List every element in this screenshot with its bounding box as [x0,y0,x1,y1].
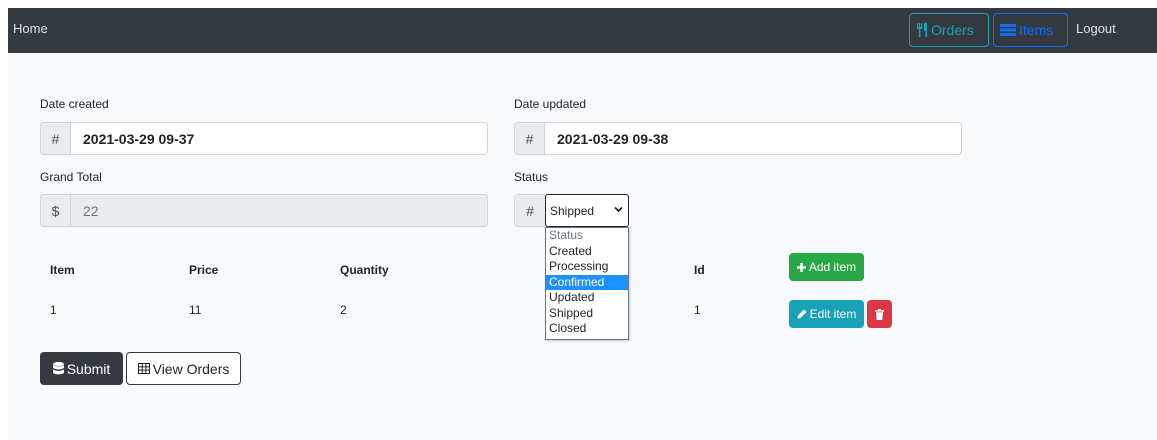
chevron-down-icon [614,206,623,213]
view-orders-button[interactable]: View Orders [126,352,241,385]
add-item-label: Add item [808,260,857,274]
add-item-button[interactable]: Add item [789,253,864,281]
view-orders-label: View Orders [152,360,230,377]
status-option[interactable]: Closed [546,321,628,337]
date-created-field[interactable]: 2021-03-29 09-37 [71,123,487,154]
status-option[interactable]: Updated [546,290,628,306]
plus-icon [796,262,806,272]
date-updated-group: # 2021-03-29 09-38 [514,122,962,155]
grand-total-label: Grand Total [40,170,102,184]
database-icon [52,362,64,375]
date-updated-label: Date updated [514,97,587,111]
grand-total-field: 22 [71,195,487,226]
orders-label: Orders [931,22,974,38]
edit-item-label: Edit item [809,307,857,321]
date-created-label: Date created [40,97,109,111]
status-prefix: # [515,195,545,226]
items-label: Items [1019,22,1054,38]
edit-item-button[interactable]: Edit item [789,300,864,328]
cell-item: 1 [50,303,57,317]
status-dropdown: Status Created Processing Confirmed Upda… [545,227,629,340]
status-option[interactable]: Processing [546,259,628,275]
grand-total-group: $ 22 [40,194,488,227]
utensils-icon [917,23,927,37]
date-created-prefix: # [41,123,71,154]
date-created-group: # 2021-03-29 09-37 [40,122,488,155]
date-updated-prefix: # [515,123,545,154]
logout-link[interactable]: Logout [1076,21,1116,36]
navbar: Home Orders Items Logout [8,8,1157,53]
status-option[interactable]: Shipped [546,306,628,322]
items-button[interactable]: Items [993,13,1068,47]
submit-button[interactable]: Submit [40,352,123,385]
table-icon [137,363,150,374]
list-icon [1000,24,1016,36]
submit-label: Submit [66,360,111,377]
orders-button[interactable]: Orders [909,13,989,47]
page: Home Orders Items Logout Date created # … [8,8,1157,440]
status-option[interactable]: Created [546,244,628,260]
column-header-quantity: Quantity [340,263,389,277]
column-header-price: Price [189,263,219,277]
column-header-item: Item [50,263,75,277]
trash-icon [875,308,884,320]
home-link[interactable]: Home [13,21,48,36]
date-updated-field[interactable]: 2021-03-29 09-38 [545,123,961,154]
cell-id: 1 [694,303,701,317]
cell-quantity: 2 [340,303,347,317]
status-select[interactable]: Shipped [545,194,629,227]
status-selected-value: Shipped [550,203,595,218]
grand-total-prefix: $ [41,195,71,226]
delete-item-button[interactable] [867,300,892,328]
cell-price: 11 [189,303,202,317]
status-option[interactable]: Status [546,228,628,244]
status-label: Status [514,170,549,184]
status-option-highlighted[interactable]: Confirmed [546,274,628,290]
column-header-id: Id [694,263,705,277]
pencil-icon [797,309,807,319]
